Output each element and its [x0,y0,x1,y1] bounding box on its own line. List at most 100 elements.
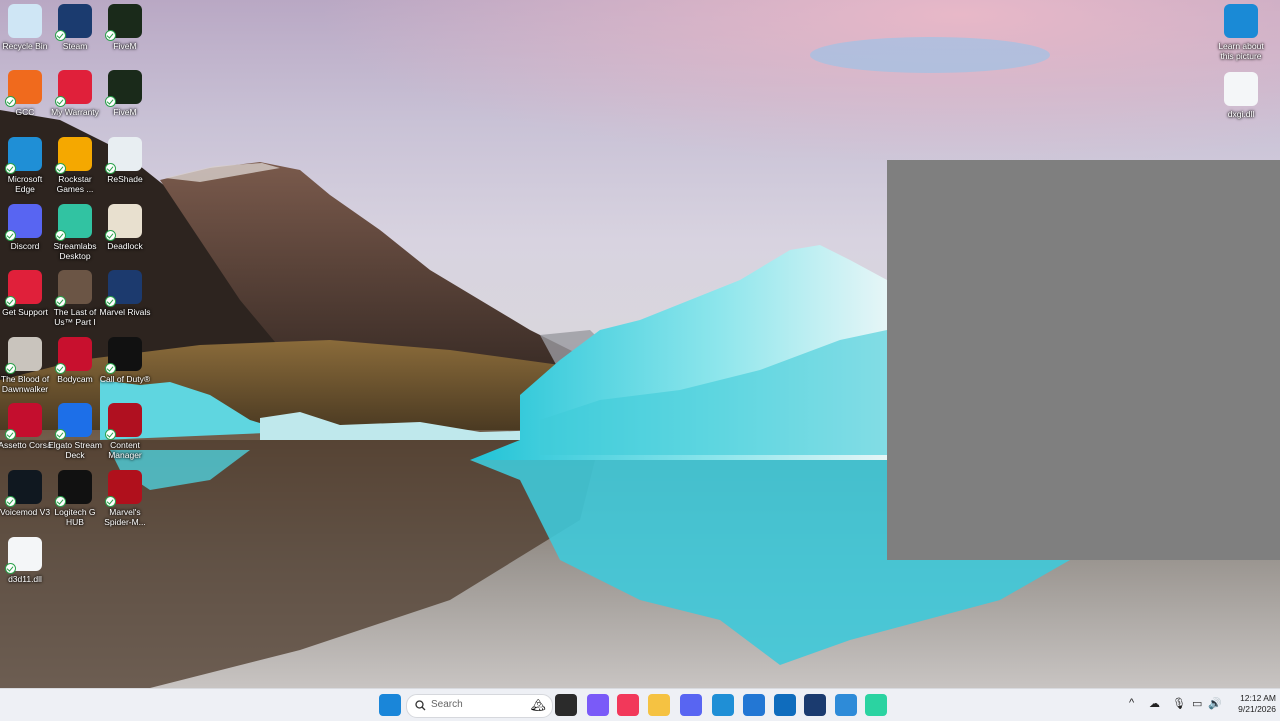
desktop-icon-label: GCC [15,107,35,117]
support-icon [5,270,42,307]
desktop-icon-label: Assetto Corsa [0,440,52,450]
desktop-icon-label: Marvel Rivals [99,307,151,317]
desktop-icon-label: The Blood of Dawnwalker [0,374,50,394]
edge-icon[interactable] [712,694,734,716]
desktop-icon[interactable]: Streamlabs Desktop [48,204,102,261]
network-icon[interactable]: ▭ [1192,697,1202,710]
desktop-icon-label: d3d11.dll [8,574,42,584]
sync-status-icon [55,230,66,241]
sync-status-icon [105,163,116,174]
desktop-icon[interactable]: Marvel's Spider-M... [98,470,152,527]
desktop-icon[interactable]: ReShade [98,137,152,184]
desktop-icon[interactable]: FiveM [98,70,152,117]
desktop-icon[interactable]: Logitech G HUB [48,470,102,527]
desktop-icon[interactable]: FiveM [98,4,152,51]
search-icon [415,700,426,711]
desktop-icon[interactable]: Learn about this picture [1214,4,1268,61]
taskbar-search[interactable]: Search 🏔 [406,694,553,718]
sync-status-icon [5,363,16,374]
file-explorer-icon[interactable] [648,694,670,716]
desktop-icon[interactable]: GCC [0,70,52,117]
store-icon[interactable] [743,694,765,716]
desktop-icon-label: Get Support [2,307,48,317]
discord-icon[interactable] [680,694,702,716]
microphone-icon[interactable]: 🎙 [1172,697,1186,710]
recycle-bin-icon [8,4,42,38]
desktop-icon[interactable]: Marvel Rivals [98,270,152,317]
steam-icon[interactable] [804,694,826,716]
desktop-icon-label: Microsoft Edge [7,174,43,194]
desktop-icon[interactable]: Recycle Bin [0,4,52,51]
desktop-icon-label: Logitech G HUB [54,507,96,527]
desktop-icon[interactable]: The Blood of Dawnwalker [0,337,52,394]
system-clock[interactable]: 12:12 AM 9/21/2026 [1224,693,1276,715]
sync-status-icon [55,363,66,374]
desktop-icon[interactable]: d3d11.dll [0,537,52,584]
desktop-icon-label: Voicemod V3 [0,507,51,517]
fivem-icon [105,70,142,107]
desktop-icon[interactable]: Call of Duty® [98,337,152,384]
sync-status-icon [55,163,66,174]
outlook-icon[interactable] [774,694,796,716]
spiderman-icon [105,470,142,507]
dll-file-icon [5,537,42,574]
desktop-icon[interactable]: Discord [0,204,52,251]
dll-file-icon [1224,72,1258,106]
bodycam-icon [55,337,92,374]
sync-status-icon [55,296,66,307]
sync-status-icon [55,96,66,107]
desktop-icon[interactable]: Steam [48,4,102,51]
desktop-icon[interactable]: Bodycam [48,337,102,384]
search-placeholder: Search [431,699,463,710]
gcc-icon [5,70,42,107]
sync-status-icon [55,496,66,507]
desktop-icon[interactable]: Assetto Corsa [0,403,52,450]
volume-icon[interactable]: 🔊 [1208,697,1222,710]
clock-date: 9/21/2026 [1238,704,1276,714]
start-icon[interactable] [379,694,401,716]
desktop-icon-label: Streamlabs Desktop [53,241,97,261]
task-view-icon[interactable] [555,694,577,716]
desktop-icon[interactable]: The Last of Us™ Part I [48,270,102,327]
search-highlight-icon: 🏔 [530,698,546,712]
desktop-icon[interactable]: Microsoft Edge [0,137,52,194]
desktop-icon-label: Discord [10,241,40,251]
desktop-icon-label: Recycle Bin [2,41,48,51]
desktop-icon[interactable]: dxgi.dll [1214,72,1268,119]
info-icon [1224,4,1258,38]
sync-status-icon [105,496,116,507]
desktop-icon-label: Rockstar Games ... [56,174,94,194]
desktop-icon[interactable]: Rockstar Games ... [48,137,102,194]
streamlabs-icon [55,204,92,241]
rockstar-icon [55,137,92,174]
warranty-icon [55,70,92,107]
onedrive-icon[interactable]: ☁ [1149,697,1160,710]
sync-status-icon [55,30,66,41]
music-icon[interactable] [617,694,639,716]
terminal-icon[interactable] [865,694,887,716]
ghub-icon [55,470,92,507]
sync-status-icon [105,96,116,107]
blank-window-overlay [887,160,1280,560]
reshade-icon [105,137,142,174]
desktop-icon-label: Deadlock [107,241,143,251]
desktop-icon[interactable]: Content Manager [98,403,152,460]
photos-icon[interactable] [835,694,857,716]
sync-status-icon [5,163,16,174]
desktop-icon[interactable]: Deadlock [98,204,152,251]
voicemod-icon [5,470,42,507]
copilot-icon[interactable] [587,694,609,716]
sync-status-icon [5,496,16,507]
desktop-icon-label: ReShade [107,174,143,184]
cod-icon [105,337,142,374]
desktop-icon-label: The Last of Us™ Part I [53,307,97,327]
clock-time: 12:12 AM [1240,693,1276,703]
sync-status-icon [5,96,16,107]
chevron-up-icon[interactable]: ^ [1129,697,1134,709]
desktop-icon[interactable]: My Warranty [48,70,102,117]
desktop-icon[interactable]: Elgato Stream Deck [48,403,102,460]
desktop-icon[interactable]: Get Support [0,270,52,317]
sync-status-icon [5,230,16,241]
desktop-icon[interactable]: Voicemod V3 [0,470,52,517]
desktop-icon-label: Call of Duty® [99,374,151,384]
